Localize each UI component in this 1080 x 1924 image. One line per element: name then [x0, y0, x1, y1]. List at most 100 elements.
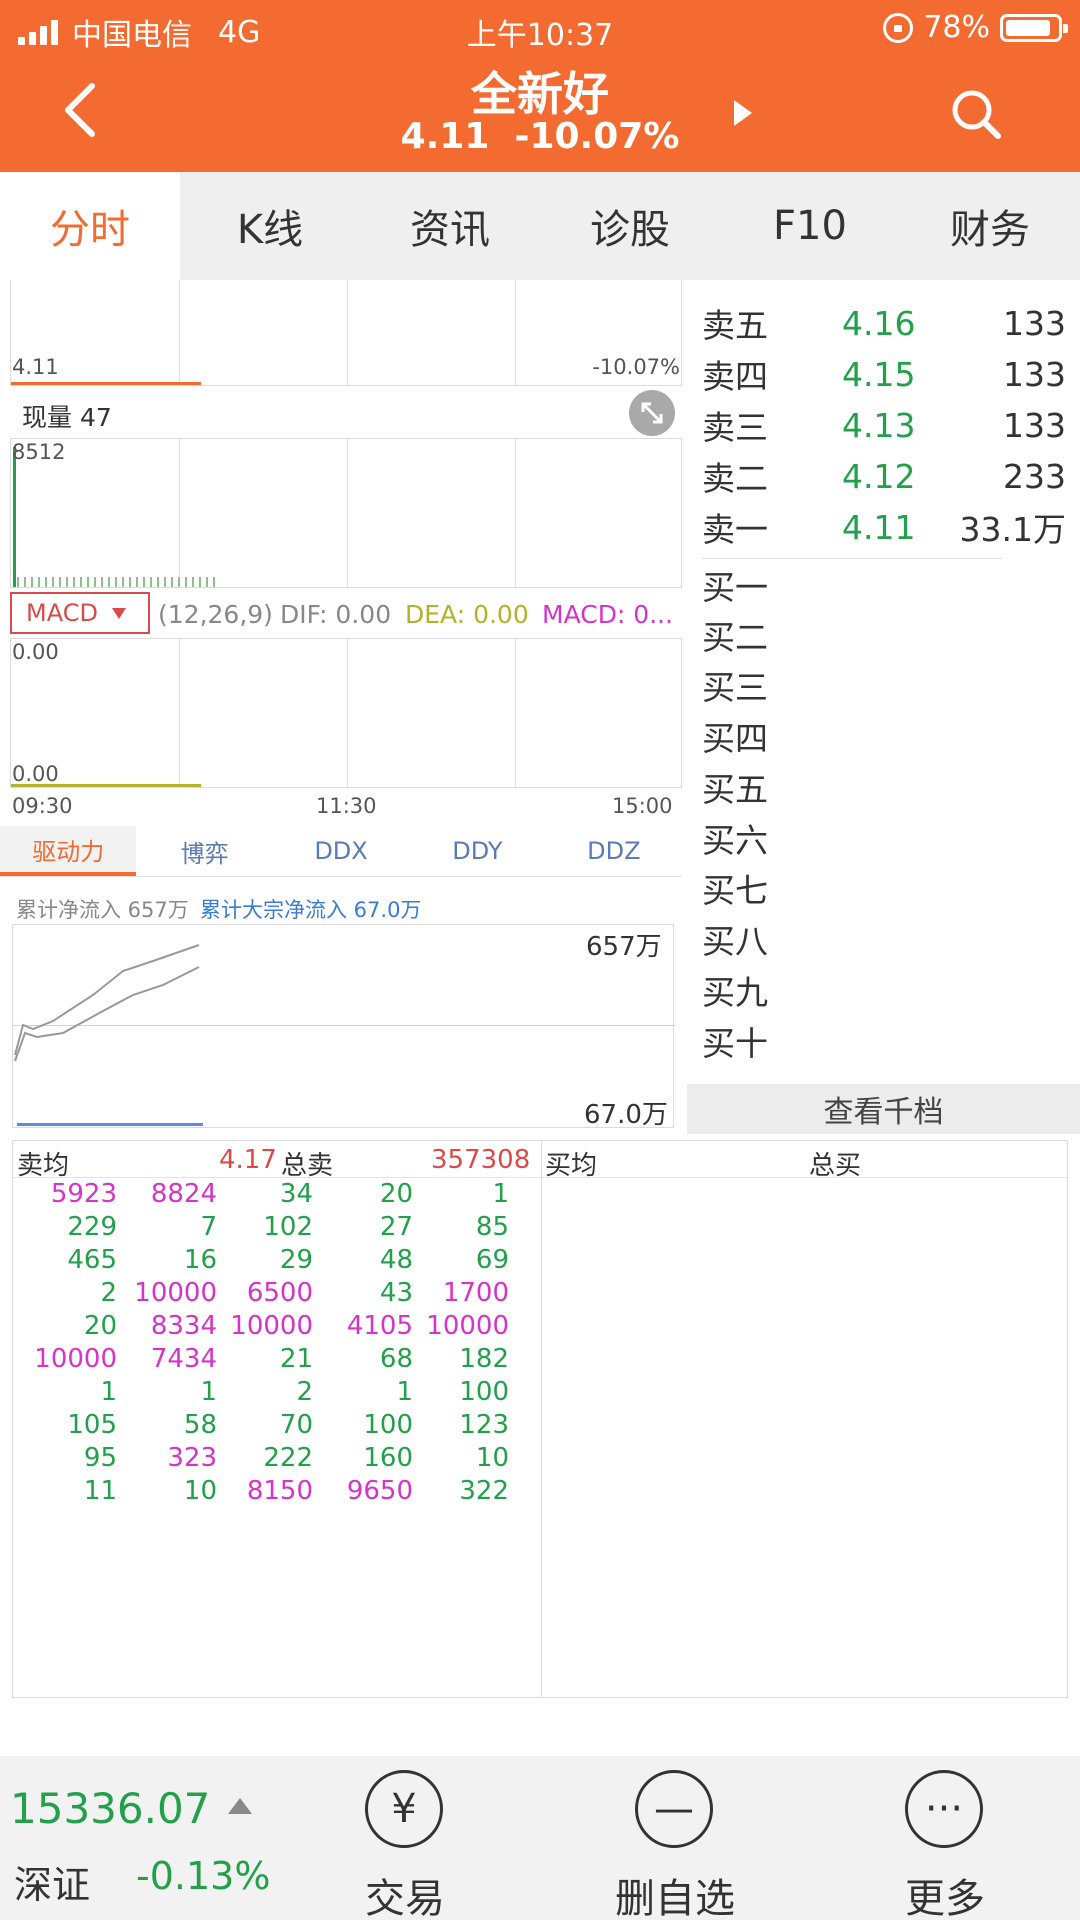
buy-row[interactable]: 买一: [702, 560, 1066, 610]
sell-row[interactable]: 卖三 4.13 133: [702, 400, 1066, 450]
buy-row[interactable]: 买八: [702, 914, 1066, 964]
buy-row[interactable]: 买二: [702, 610, 1066, 660]
price-chart[interactable]: [10, 280, 682, 386]
buy-row[interactable]: 买五: [702, 762, 1066, 812]
time-axis-start: 09:30: [12, 794, 73, 818]
buy-row[interactable]: 买四: [702, 711, 1066, 761]
capital-bottom-label: 67.0万: [584, 1100, 668, 1130]
queue-cell: 11: [83, 1476, 117, 1506]
tab-game[interactable]: 博弈: [136, 826, 272, 876]
queue-cell: 160: [363, 1443, 413, 1473]
tab-diagnosis[interactable]: 诊股: [540, 172, 720, 280]
sell-avg-label: 卖均: [17, 1151, 70, 1181]
queue-cell: 68: [379, 1344, 413, 1374]
buy-label: 买七: [702, 871, 768, 910]
sell-label: 卖二: [702, 459, 768, 498]
capital-flow-lines: [14, 944, 203, 1126]
more-button[interactable]: ··· 更多: [855, 1770, 1035, 1922]
queue-cell: 9650: [346, 1476, 413, 1506]
queue-cell: 100: [459, 1377, 509, 1407]
queue-cell: 322: [459, 1476, 509, 1506]
queue-cell: 5923: [50, 1179, 117, 1209]
queue-cell: 16: [183, 1245, 217, 1275]
sell-price: 4.13: [842, 405, 916, 445]
queue-cell: 20: [83, 1311, 117, 1341]
price-line: [11, 382, 201, 385]
remove-watchlist-label: 删自选: [615, 1876, 735, 1922]
queue-cell: 69: [475, 1245, 509, 1275]
table-divider: [541, 1141, 542, 1697]
trade-button[interactable]: ¥ 交易: [315, 1770, 495, 1922]
tab-ddx[interactable]: DDX: [273, 826, 409, 876]
sell-row[interactable]: 卖五 4.16 133: [702, 298, 1066, 348]
battery-percent: 78%: [923, 10, 990, 45]
macd-top-label: 0.00: [12, 640, 59, 664]
queue-cell: 102: [263, 1212, 313, 1242]
rotation-lock-icon: [883, 12, 914, 43]
indicator-select[interactable]: MACD: [10, 592, 150, 634]
stock-change: -10.07%: [514, 116, 680, 157]
queue-cell: 48: [379, 1245, 413, 1275]
index-name: 深证: [14, 1863, 91, 1907]
sell-row[interactable]: 卖四 4.15 133: [702, 349, 1066, 399]
sell-row[interactable]: 卖一 4.11 33.1万: [702, 502, 1066, 552]
macd-bottom-label: 0.00: [12, 762, 59, 786]
tab-finance[interactable]: 财务: [900, 172, 1080, 280]
sell-price: 4.11: [842, 507, 916, 547]
buy-label: 买八: [702, 922, 768, 961]
sell-price: 4.16: [842, 303, 916, 343]
tab-news[interactable]: 资讯: [360, 172, 540, 280]
queue-cell: 2: [100, 1278, 117, 1308]
next-stock-icon[interactable]: [734, 100, 752, 126]
index-value[interactable]: 15336.07: [10, 1784, 210, 1833]
queue-cell: 1: [492, 1179, 509, 1209]
remove-watchlist-button[interactable]: — 删自选: [585, 1770, 765, 1922]
order-book-divider: [702, 558, 1002, 559]
buy-row[interactable]: 买九: [702, 965, 1066, 1015]
buy-avg-label: 买均: [545, 1151, 598, 1181]
queue-cell: 8824: [150, 1179, 217, 1209]
trade-label: 交易: [365, 1876, 445, 1922]
capital-flow-chart[interactable]: [12, 924, 675, 1128]
sell-label: 卖一: [702, 510, 768, 549]
queue-cell: 105: [67, 1410, 117, 1440]
volume-chart[interactable]: [10, 438, 682, 588]
buy-label: 买六: [702, 821, 768, 860]
bottom-bar: 15336.07 深证 -0.13% ¥ 交易 — 删自选 ··· 更多: [0, 1756, 1080, 1922]
queue-cell: 2: [296, 1377, 313, 1407]
macd-chart[interactable]: [10, 638, 682, 788]
queue-cell: 10: [475, 1443, 509, 1473]
battery-icon: [1000, 13, 1068, 42]
queue-cell: 29: [279, 1245, 313, 1275]
buy-row[interactable]: 买六: [702, 813, 1066, 863]
expand-icon[interactable]: [629, 390, 675, 436]
buy-label: 买十: [702, 1024, 768, 1063]
buy-label: 买四: [702, 719, 768, 758]
tab-ddz[interactable]: DDZ: [546, 826, 682, 876]
tab-intraday[interactable]: 分时: [0, 172, 180, 280]
minus-icon: —: [635, 1770, 713, 1848]
queue-cell: 1700: [442, 1278, 509, 1308]
queue-cell: 70: [279, 1410, 313, 1440]
divider: [0, 876, 682, 877]
macd-dif: DIF: 0.00: [280, 600, 392, 629]
queue-cell: 20: [379, 1179, 413, 1209]
queue-cell: 6500: [246, 1278, 313, 1308]
queue-cell: 323: [167, 1443, 217, 1473]
buy-row[interactable]: 买七: [702, 863, 1066, 913]
capital-tabs: 驱动力 博弈 DDX DDY DDZ: [0, 826, 682, 876]
app-header: 中国电信 4G 上午10:37 78% 全新好 4.11 -10.07%: [0, 0, 1080, 172]
view-full-depth-button[interactable]: 查看千档: [687, 1084, 1080, 1134]
tab-kline[interactable]: K线: [180, 172, 360, 280]
buy-row[interactable]: 买十: [702, 1016, 1066, 1066]
sell-row[interactable]: 卖二 4.12 233: [702, 451, 1066, 501]
status-right: 78%: [883, 10, 1068, 45]
search-icon[interactable]: [948, 86, 1004, 142]
total-sell-value: 357308: [431, 1145, 531, 1175]
tab-f10[interactable]: F10: [720, 172, 900, 280]
total-buy-label: 总买: [809, 1151, 862, 1181]
buy-row[interactable]: 买三: [702, 660, 1066, 710]
queue-cell: 182: [459, 1344, 509, 1374]
tab-ddy[interactable]: DDY: [409, 826, 545, 876]
tab-driving-force[interactable]: 驱动力: [0, 826, 137, 876]
